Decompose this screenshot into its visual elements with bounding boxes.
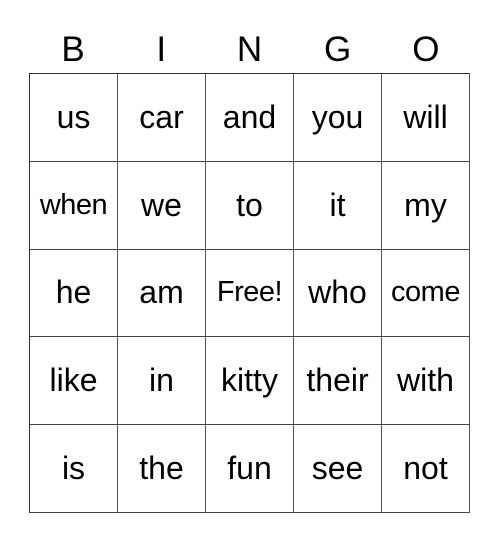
bingo-cell: he	[30, 249, 118, 338]
bingo-cell: not	[382, 425, 470, 513]
bingo-header: B I N G O	[29, 30, 471, 70]
bingo-cell: am	[118, 249, 206, 338]
bingo-cell: their	[294, 337, 382, 426]
bingo-cell: in	[118, 337, 206, 426]
bingo-cell: who	[294, 249, 382, 338]
bingo-cell: see	[294, 425, 382, 513]
bingo-cell: to	[206, 161, 294, 250]
header-letter-o: O	[412, 30, 440, 69]
bingo-cell: us	[30, 74, 118, 162]
bingo-cell: fun	[206, 425, 294, 513]
bingo-cell: will	[382, 74, 470, 162]
header-letter-g: G	[324, 30, 352, 69]
bingo-cell: the	[118, 425, 206, 513]
bingo-cell: like	[30, 337, 118, 426]
bingo-cell: when	[30, 161, 118, 250]
bingo-cell: we	[118, 161, 206, 250]
bingo-cell: you	[294, 74, 382, 162]
bingo-grid: us car and you will when we to it my he …	[29, 73, 470, 513]
header-letter-n: N	[236, 30, 263, 69]
bingo-cell: kitty	[206, 337, 294, 426]
bingo-cell: come	[382, 249, 470, 338]
bingo-cell: is	[30, 425, 118, 513]
header-letter-i: I	[156, 30, 167, 69]
bingo-cell: car	[118, 74, 206, 162]
bingo-cell: it	[294, 161, 382, 250]
bingo-cell: my	[382, 161, 470, 250]
free-space-cell: Free!	[206, 249, 294, 338]
bingo-cell: with	[382, 337, 470, 426]
bingo-cell: and	[206, 74, 294, 162]
header-letter-b: B	[61, 30, 85, 69]
